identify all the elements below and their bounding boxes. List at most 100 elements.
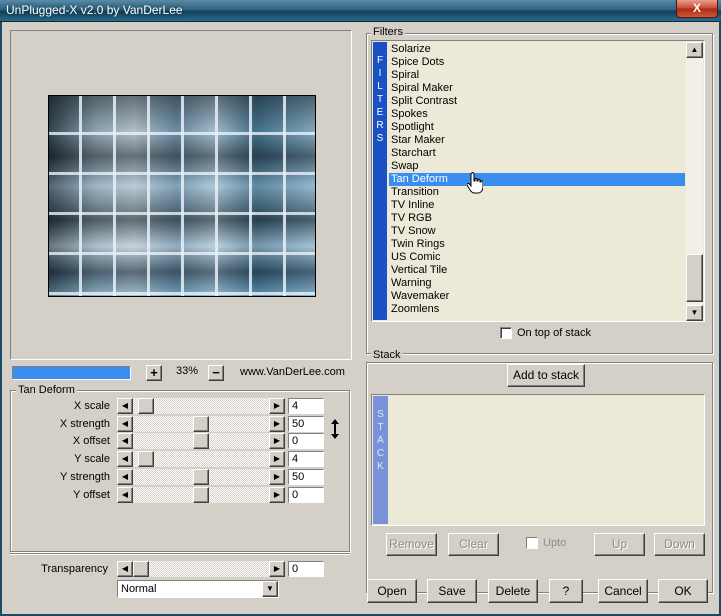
filter-item[interactable]: US Comic [389,251,685,264]
upto-option[interactable]: Upto [526,537,566,549]
filter-item[interactable]: Spokes [389,108,685,121]
x-strength-thumb[interactable] [193,415,209,432]
x-offset-track[interactable] [133,433,269,450]
x-offset-value[interactable]: 0 [288,433,324,450]
transparency-slider[interactable]: ◀ ▶ [117,561,285,577]
close-button[interactable]: X [676,0,718,18]
delete-button[interactable]: Delete [488,579,538,603]
preview-panel [10,30,352,360]
website-link[interactable]: www.VanDerLee.com [240,366,345,378]
filter-item[interactable]: Split Contrast [389,95,685,108]
y-offset-thumb[interactable] [193,486,209,503]
on-top-option[interactable]: On top of stack [500,327,591,339]
upto-checkbox[interactable] [526,537,538,549]
preview-image[interactable] [48,95,316,297]
y-offset-slider[interactable]: ◀ ▶ [117,486,285,503]
y-offset-track[interactable] [133,486,269,503]
x-scale-slider[interactable]: ◀ ▶ [117,398,285,414]
arrow-left-icon[interactable]: ◀ [117,398,133,414]
y-scale-track[interactable] [133,451,269,468]
x-scale-thumb[interactable] [138,398,154,414]
arrow-left-icon[interactable]: ◀ [117,486,133,503]
arrow-right-icon[interactable]: ▶ [269,415,285,432]
zoom-out-button[interactable]: − [208,365,224,381]
title-bar[interactable]: UnPlugged-X v2.0 by VanDerLee X [0,0,721,22]
x-scale-track[interactable] [133,398,269,414]
add-to-stack-button[interactable]: Add to stack [507,364,585,387]
y-strength-thumb[interactable] [193,468,209,485]
filter-item[interactable]: Zoomlens [389,303,685,316]
band-letter: L [377,81,383,92]
open-button[interactable]: Open [367,579,417,603]
arrow-left-icon[interactable]: ◀ [117,468,133,485]
transparency-value[interactable]: 0 [288,561,324,577]
scroll-up-icon[interactable]: ▲ [686,42,703,58]
filter-item[interactable]: Star Maker [389,134,685,147]
filter-item[interactable]: Transition [389,186,685,199]
arrow-left-icon[interactable]: ◀ [117,415,133,432]
arrow-right-icon[interactable]: ▶ [269,398,285,414]
blend-mode-select[interactable]: Normal ▼ [117,580,279,598]
x-strength-slider[interactable]: ◀ ▶ [117,415,285,432]
arrow-right-icon[interactable]: ▶ [269,486,285,503]
arrow-left-icon[interactable]: ◀ [117,561,133,577]
help-button[interactable]: ? [549,579,583,603]
filter-item[interactable]: Wavemaker [389,290,685,303]
x-offset-thumb[interactable] [193,433,209,450]
filter-item[interactable]: Spiral Maker [389,82,685,95]
down-button[interactable]: Down [654,533,705,556]
filter-item[interactable]: Twin Rings [389,238,685,251]
arrow-right-icon[interactable]: ▶ [269,468,285,485]
y-scale-value[interactable]: 4 [288,451,324,468]
transparency-track[interactable] [133,561,269,577]
stack-band: STACK [373,396,388,524]
x-strength-value[interactable]: 50 [288,415,324,432]
zoom-in-button[interactable]: + [146,365,162,381]
arrow-right-icon[interactable]: ▶ [269,451,285,468]
filter-item[interactable]: Vertical Tile [389,264,685,277]
stack-list[interactable]: STACK [371,394,705,526]
arrow-left-icon[interactable]: ◀ [117,433,133,450]
hand-cursor-icon [467,172,483,194]
y-scale-slider[interactable]: ◀ ▶ [117,451,285,468]
filter-item[interactable]: Tan Deform [389,173,685,186]
filter-item[interactable]: Starchart [389,147,685,160]
clear-button[interactable]: Clear [448,533,499,556]
y-strength-track[interactable] [133,468,269,485]
scroll-thumb[interactable] [686,254,703,302]
filter-item[interactable]: Spotlight [389,121,685,134]
arrow-left-icon[interactable]: ◀ [117,451,133,468]
band-letter: A [377,435,384,446]
filters-scrollbar[interactable]: ▲ ▼ [686,42,703,321]
arrow-right-icon[interactable]: ▶ [269,433,285,450]
remove-button[interactable]: Remove [386,533,437,556]
filter-item[interactable]: TV RGB [389,212,685,225]
chevron-down-icon[interactable]: ▼ [262,581,278,597]
ok-button[interactable]: OK [658,579,708,603]
link-arrows-icon[interactable] [330,418,340,440]
x-offset-slider[interactable]: ◀ ▶ [117,433,285,450]
scroll-down-icon[interactable]: ▼ [686,305,703,321]
on-top-checkbox[interactable] [500,327,512,339]
y-strength-slider[interactable]: ◀ ▶ [117,468,285,485]
arrow-right-icon[interactable]: ▶ [269,561,285,577]
filter-item[interactable]: Swap [389,160,685,173]
y-strength-value[interactable]: 50 [288,468,324,485]
filter-item[interactable]: TV Inline [389,199,685,212]
filter-item[interactable]: Warning [389,277,685,290]
save-button[interactable]: Save [427,579,477,603]
x-scale-value[interactable]: 4 [288,398,324,414]
filter-item[interactable]: Solarize [389,43,685,56]
filter-item[interactable]: TV Snow [389,225,685,238]
filter-item[interactable]: Spice Dots [389,56,685,69]
cancel-button[interactable]: Cancel [598,579,648,603]
x-strength-track[interactable] [133,415,269,432]
y-scale-thumb[interactable] [138,451,154,468]
transparency-thumb[interactable] [133,561,149,577]
filter-item[interactable]: Spiral [389,69,685,82]
y-offset-value[interactable]: 0 [288,486,324,503]
filters-list[interactable]: FILTERS Solarize Spice Dots Spiral Spiral M… [371,40,705,322]
band-letter: F [376,55,384,66]
band-letter: S [376,133,384,144]
up-button[interactable]: Up [594,533,645,556]
